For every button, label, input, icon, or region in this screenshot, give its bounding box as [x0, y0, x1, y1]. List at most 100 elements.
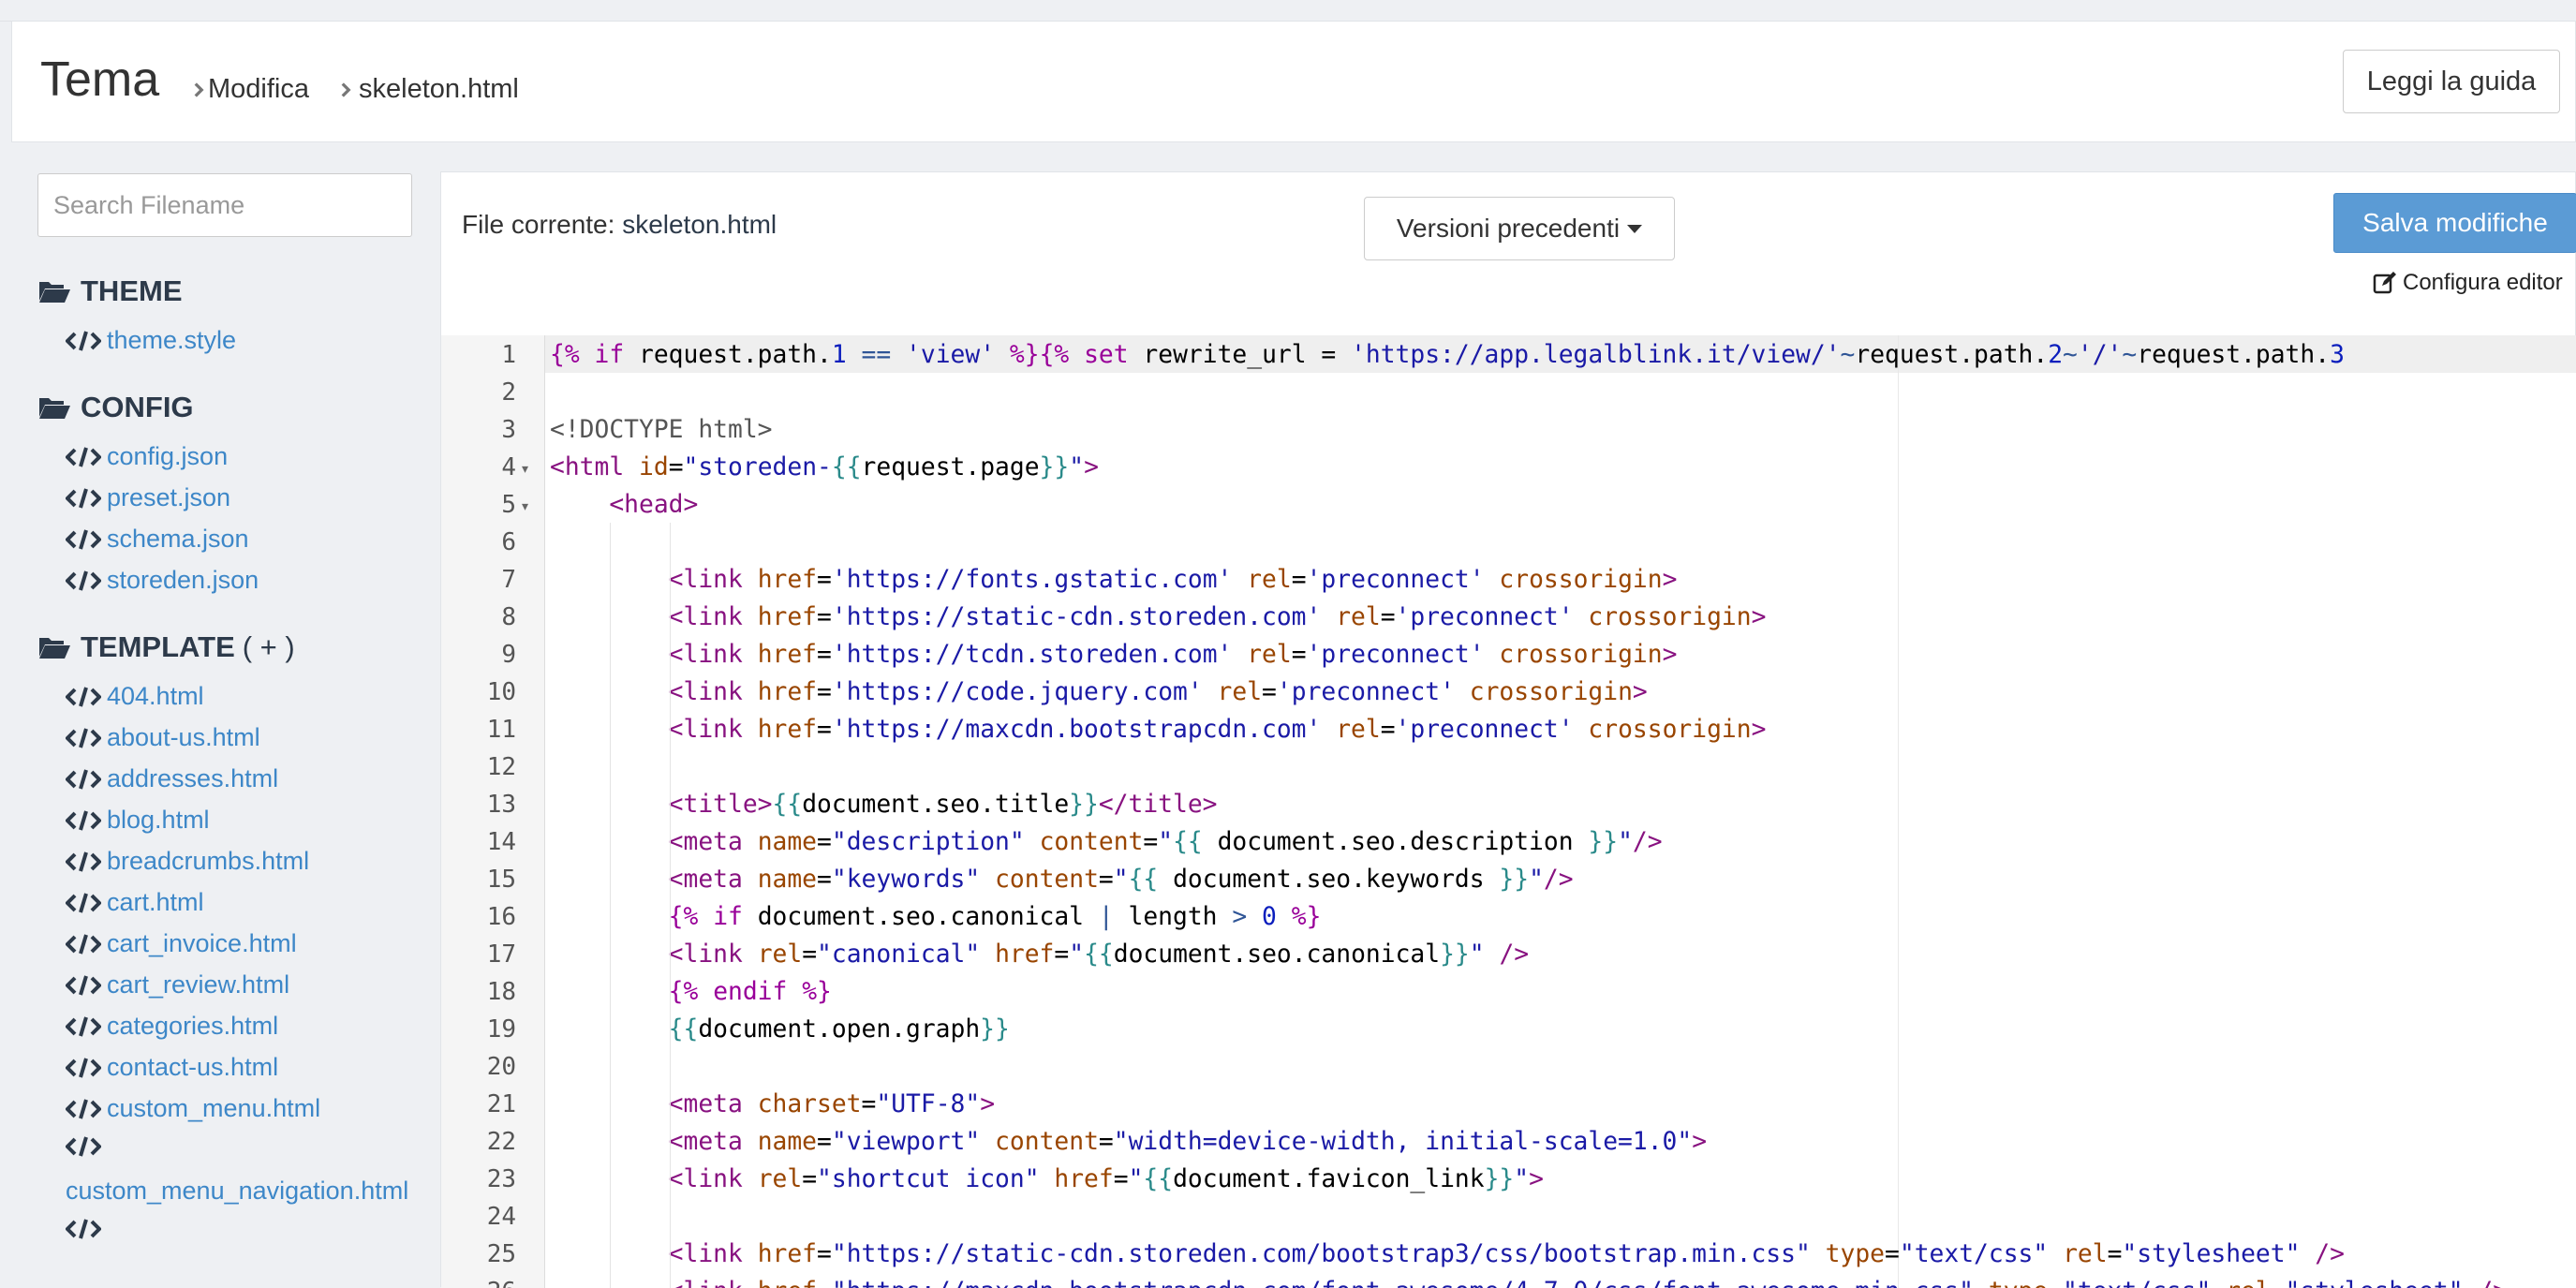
line-number: 14: [486, 828, 516, 856]
code-line: {% if document.seo.canonical | length > …: [668, 903, 1322, 931]
breadcrumb-current-file: skeleton.html: [359, 74, 519, 104]
file-item[interactable]: breadcrumbs.html: [66, 847, 309, 876]
line-number: 3: [501, 416, 516, 444]
file-item[interactable]: about-us.html: [66, 723, 260, 752]
current-file-label: File corrente:: [462, 210, 615, 239]
code-icon: [66, 528, 101, 550]
configure-editor-link[interactable]: Configura editor: [2373, 270, 2563, 296]
line-number: 18: [486, 978, 516, 1006]
file-name: storeden.json: [107, 566, 259, 594]
code-line: <link href="https://static-cdn.storeden.…: [668, 1240, 2345, 1268]
line-number: 4: [501, 453, 516, 481]
code-icon: [66, 330, 101, 351]
code-line: <link rel="shortcut icon" href="{{docume…: [668, 1165, 1544, 1193]
file-name: blog.html: [107, 806, 210, 834]
line-number: 26: [441, 1278, 516, 1288]
line-number: 19: [486, 1015, 516, 1044]
file-name: cart.html: [107, 888, 204, 916]
section-config[interactable]: CONFIG: [37, 391, 194, 424]
file-sidebar: THEME theme.style CONFIG config.json pre…: [0, 142, 438, 1287]
file-name: cart_review.html: [107, 970, 290, 999]
code-line: {% endif %}: [668, 978, 832, 1006]
code-line: <!DOCTYPE html>: [550, 416, 773, 444]
file-name: addresses.html: [107, 764, 279, 792]
code-line: <head>: [609, 491, 699, 519]
code-icon: [66, 809, 101, 831]
file-name: about-us.html: [107, 723, 260, 751]
search-filename-input[interactable]: [37, 173, 412, 237]
file-item[interactable]: [66, 1218, 107, 1240]
code-icon: [66, 1219, 101, 1239]
section-template[interactable]: TEMPLATE ( + ): [37, 630, 295, 664]
line-number: 5: [501, 491, 516, 519]
file-item[interactable]: categories.html: [66, 1012, 278, 1041]
line-number: 7: [501, 566, 516, 594]
file-item[interactable]: theme.style: [66, 326, 236, 355]
top-strip: [0, 0, 2576, 22]
add-template-button[interactable]: ( + ): [243, 630, 295, 664]
file-item[interactable]: cart_review.html: [66, 970, 289, 999]
code-line: <link href='https://tcdn.storeden.com' r…: [668, 641, 1678, 669]
code-line: <link href='https://maxcdn.bootstrapcdn.…: [668, 716, 1767, 744]
file-name: breadcrumbs.html: [107, 847, 310, 875]
line-number: 22: [486, 1128, 516, 1156]
file-item[interactable]: cart_invoice.html: [66, 929, 297, 958]
save-changes-button[interactable]: Salva modifiche: [2333, 193, 2576, 253]
previous-versions-button[interactable]: Versioni precedenti: [1364, 197, 1675, 260]
folder-open-icon: [39, 398, 70, 419]
line-number: 17: [486, 940, 516, 969]
line-number: 25: [486, 1240, 516, 1268]
code-icon: [66, 1136, 101, 1157]
code-line: <meta name="viewport" content="width=dev…: [668, 1128, 1708, 1156]
file-name: config.json: [107, 442, 229, 470]
file-item[interactable]: blog.html: [66, 806, 210, 835]
file-name[interactable]: custom_menu_navigation.html: [66, 1177, 408, 1206]
caret-down-icon: [1627, 224, 1643, 233]
current-file-name: skeleton.html: [622, 210, 777, 239]
indent-guide: [610, 523, 611, 1288]
code-editor[interactable]: 1 2 3 4 ▾ 5 ▾ 6 7 8 9 10 11 12 13 14 15 16 17 18 19 20 21 22 23 2…: [441, 335, 2576, 1288]
page-title: Tema: [40, 52, 160, 107]
code-icon: [66, 1057, 101, 1078]
file-item[interactable]: config.json: [66, 442, 228, 471]
code-line: <link href='https://code.jquery.com' rel…: [668, 678, 1648, 706]
file-name: theme.style: [107, 326, 237, 354]
file-name: preset.json: [107, 483, 231, 511]
file-item[interactable]: storeden.json: [66, 566, 259, 595]
code-line: <meta name="keywords" content="{{ docume…: [668, 866, 1574, 894]
line-number: 20: [486, 1053, 516, 1081]
file-item[interactable]: [66, 1135, 107, 1158]
section-label: THEME: [81, 274, 183, 307]
code-icon: [66, 487, 101, 509]
line-number: 13: [486, 791, 516, 819]
page-header: Tema Modifica skeleton.html Leggi la gui…: [11, 21, 2576, 142]
current-file-info: File corrente: skeleton.html: [462, 210, 777, 240]
section-theme[interactable]: THEME: [37, 274, 183, 308]
previous-versions-label: Versioni precedenti: [1396, 214, 1621, 243]
file-item[interactable]: cart.html: [66, 888, 204, 917]
code-line: {% if request.path.1 == 'view' %}{% set …: [550, 341, 2345, 369]
code-icon: [66, 851, 101, 872]
code-line: {{document.open.graph}}: [668, 1015, 1010, 1044]
indent-guide: [670, 523, 671, 1288]
file-item[interactable]: custom_menu.html: [66, 1094, 320, 1123]
line-number: 21: [486, 1090, 516, 1118]
code-line: <link href='https://fonts.gstatic.com' r…: [668, 566, 1678, 594]
code-icon: [66, 892, 101, 913]
fold-arrow-icon[interactable]: ▾: [522, 461, 528, 477]
read-guide-button[interactable]: Leggi la guida: [2343, 50, 2560, 113]
file-item[interactable]: addresses.html: [66, 764, 278, 793]
file-name: custom_menu.html: [107, 1094, 321, 1122]
code-icon: [66, 446, 101, 467]
file-item[interactable]: 404.html: [66, 682, 204, 711]
line-number: 15: [486, 866, 516, 894]
breadcrumb-modifica[interactable]: Modifica: [208, 74, 309, 105]
file-item[interactable]: contact-us.html: [66, 1053, 278, 1082]
fold-arrow-icon[interactable]: ▾: [522, 498, 528, 514]
file-item[interactable]: preset.json: [66, 483, 230, 512]
file-item[interactable]: schema.json: [66, 525, 249, 554]
editor-panel: File corrente: skeleton.html Versioni pr…: [440, 171, 2576, 1288]
file-name: 404.html: [107, 682, 204, 710]
file-name: contact-us.html: [107, 1053, 279, 1081]
code-icon: [66, 686, 101, 707]
